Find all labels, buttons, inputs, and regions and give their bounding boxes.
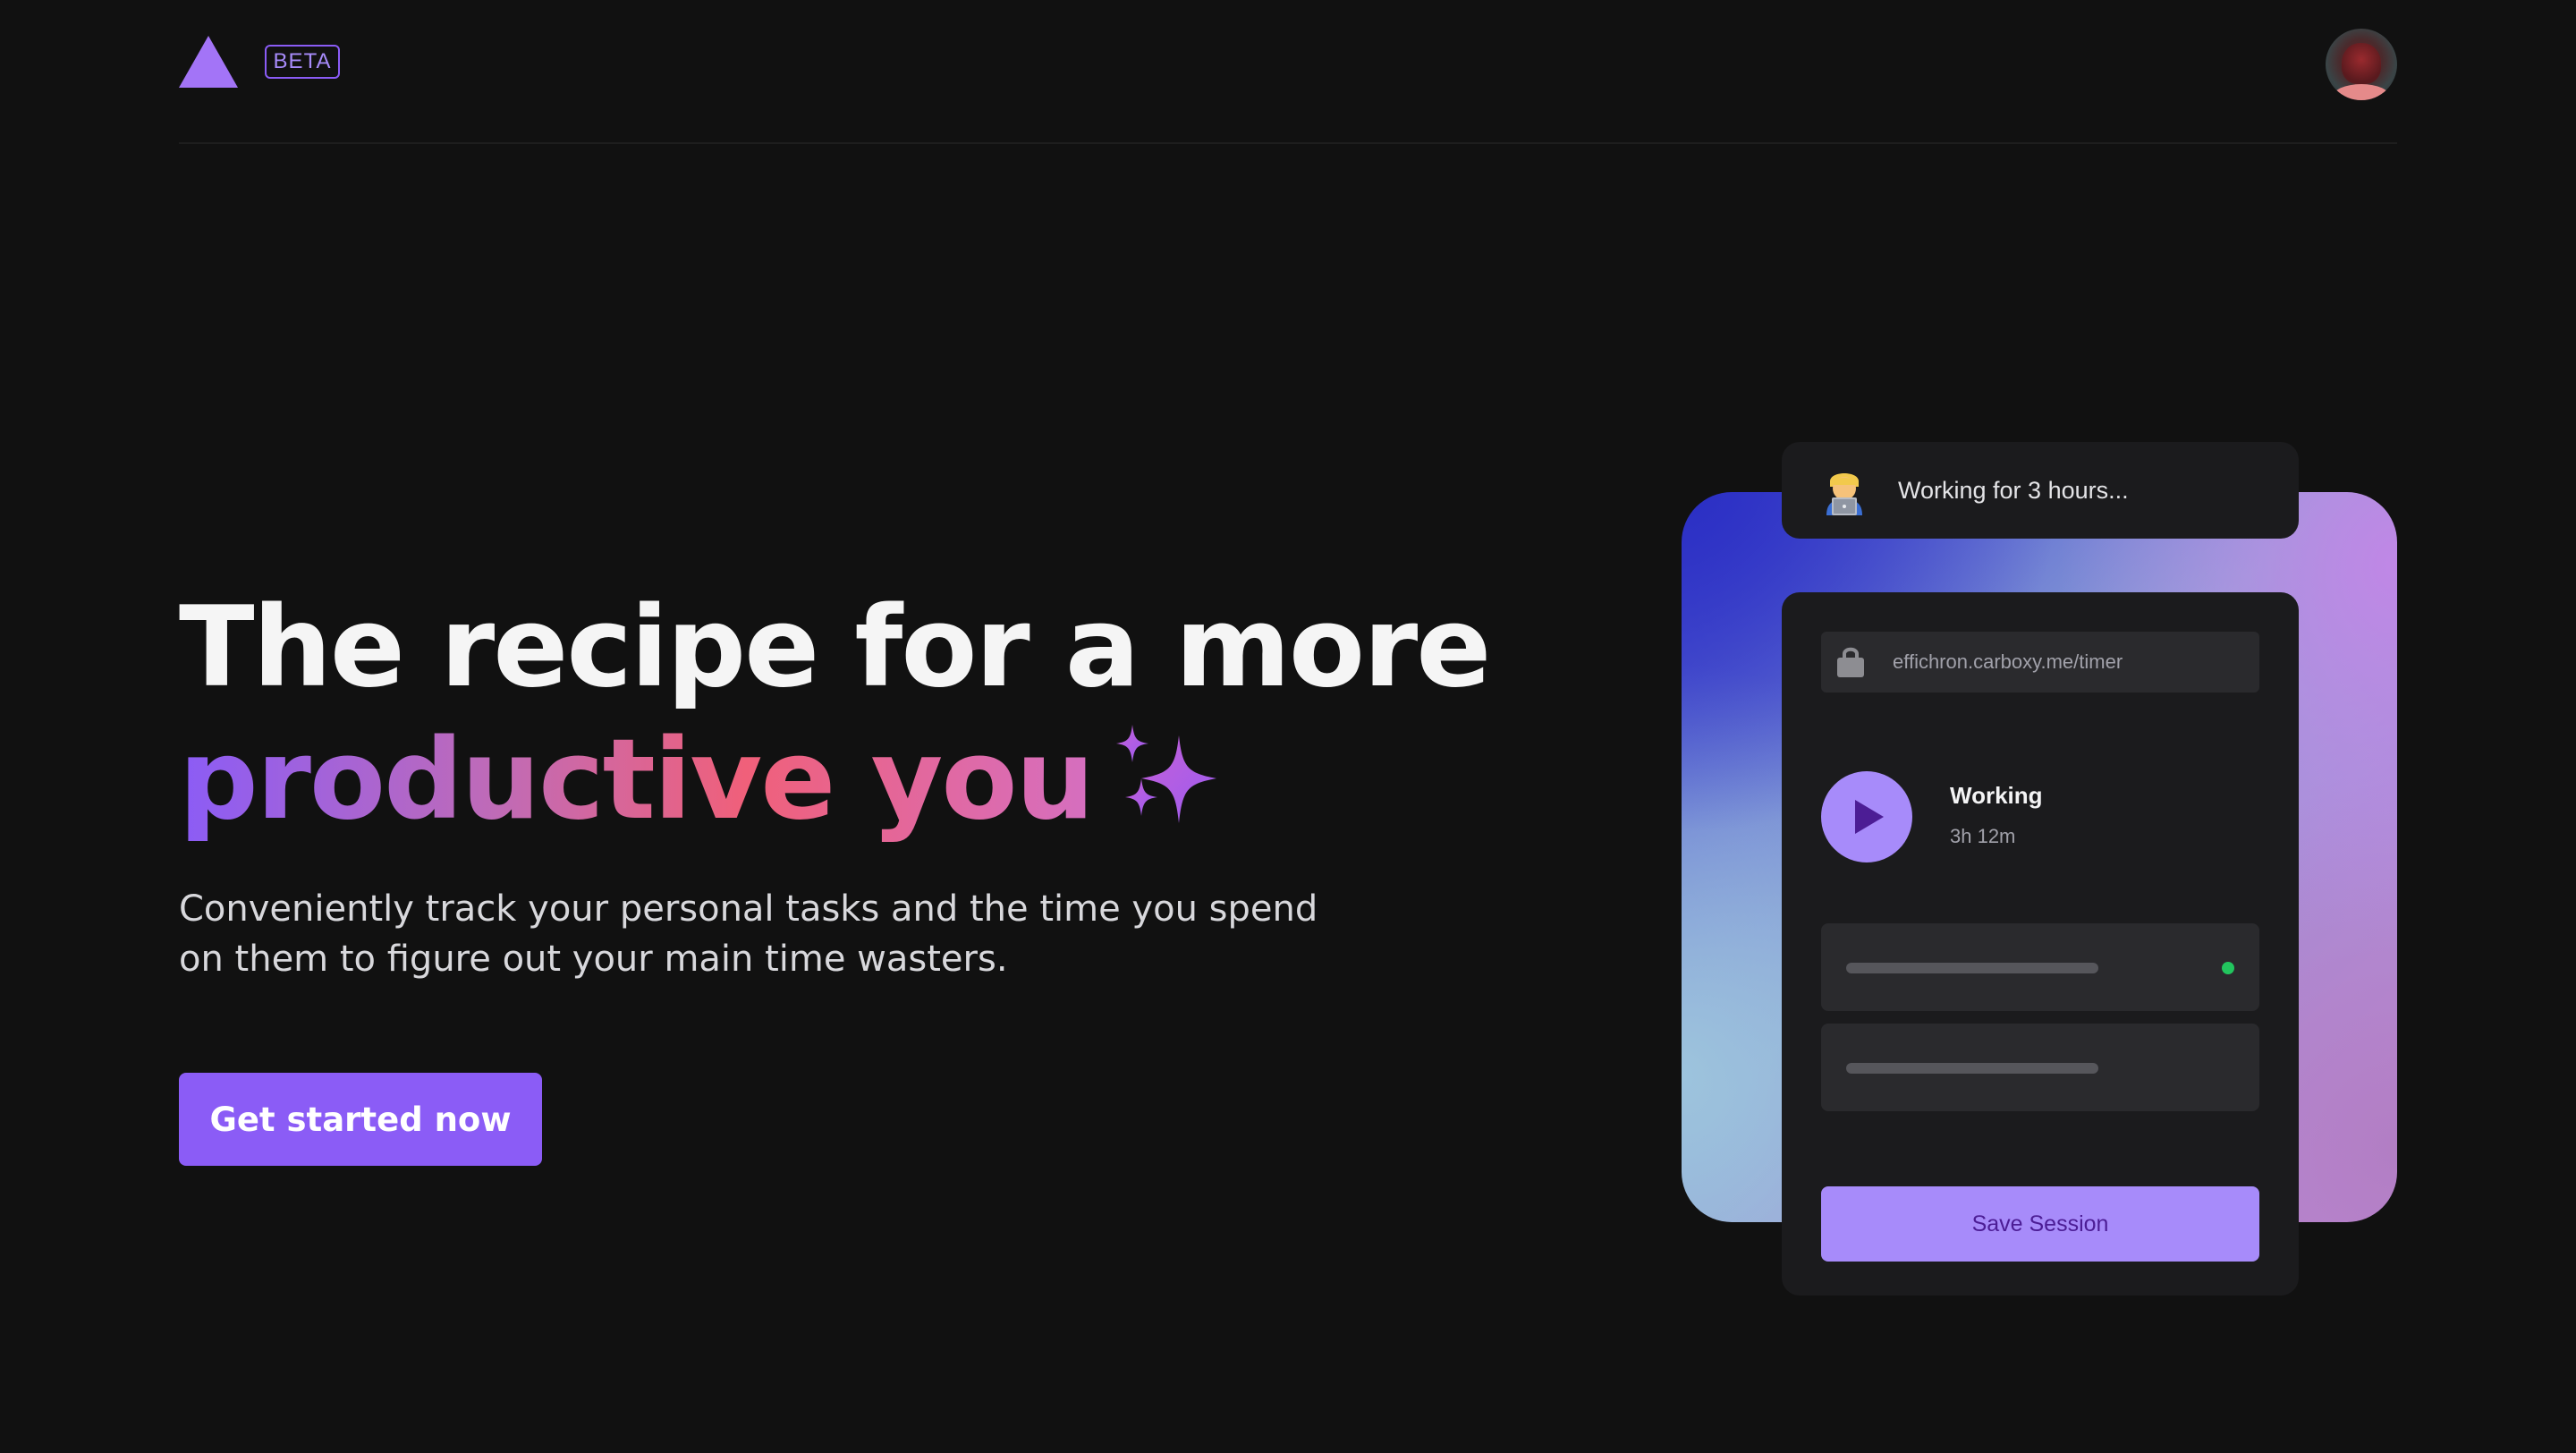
hero-subtitle: Conveniently track your personal tasks a… (179, 888, 1318, 980)
hero-title-line2-wrap: productive you (179, 714, 1218, 846)
status-text: Working for 3 hours... (1898, 477, 2129, 504)
hero-title: The recipe for a more productive you (179, 582, 1491, 846)
person-at-laptop-icon (1826, 473, 1862, 515)
save-session-button[interactable]: Save Session (1821, 1186, 2259, 1262)
avatar-shoulder (2333, 84, 2390, 100)
url-text: effichron.carboxy.me/timer (1893, 650, 2123, 673)
app-illustration: Working for 3 hours... effichron.carboxy… (1682, 442, 2397, 1301)
timer-app-card: effichron.carboxy.me/timer Working 3h 12… (1782, 592, 2299, 1296)
status-card: Working for 3 hours... (1782, 442, 2299, 539)
active-status-dot (2222, 962, 2234, 974)
get-started-button[interactable]: Get started now (179, 1073, 542, 1166)
hero-title-line2: productive you (179, 716, 1095, 845)
avatar-face (2342, 43, 2381, 84)
task-row[interactable] (1821, 923, 2259, 1011)
session-title: Working (1950, 782, 2043, 809)
session-duration: 3h 12m (1950, 825, 2016, 847)
play-icon (1855, 800, 1884, 834)
task-placeholder-bar (1846, 1063, 2098, 1074)
user-avatar[interactable] (2326, 29, 2397, 100)
hero-title-line1: The recipe for a more (179, 583, 1491, 712)
beta-badge: BETA (265, 45, 340, 79)
task-row[interactable] (1821, 1024, 2259, 1111)
url-bar[interactable]: effichron.carboxy.me/timer (1821, 632, 2259, 693)
play-button[interactable] (1821, 771, 1912, 862)
triangle-logo-icon[interactable] (179, 36, 238, 88)
task-placeholder-bar (1846, 963, 2098, 973)
sparkles-icon (1115, 725, 1216, 823)
site-header: BETA (179, 0, 2397, 144)
lock-icon (1837, 647, 1864, 677)
